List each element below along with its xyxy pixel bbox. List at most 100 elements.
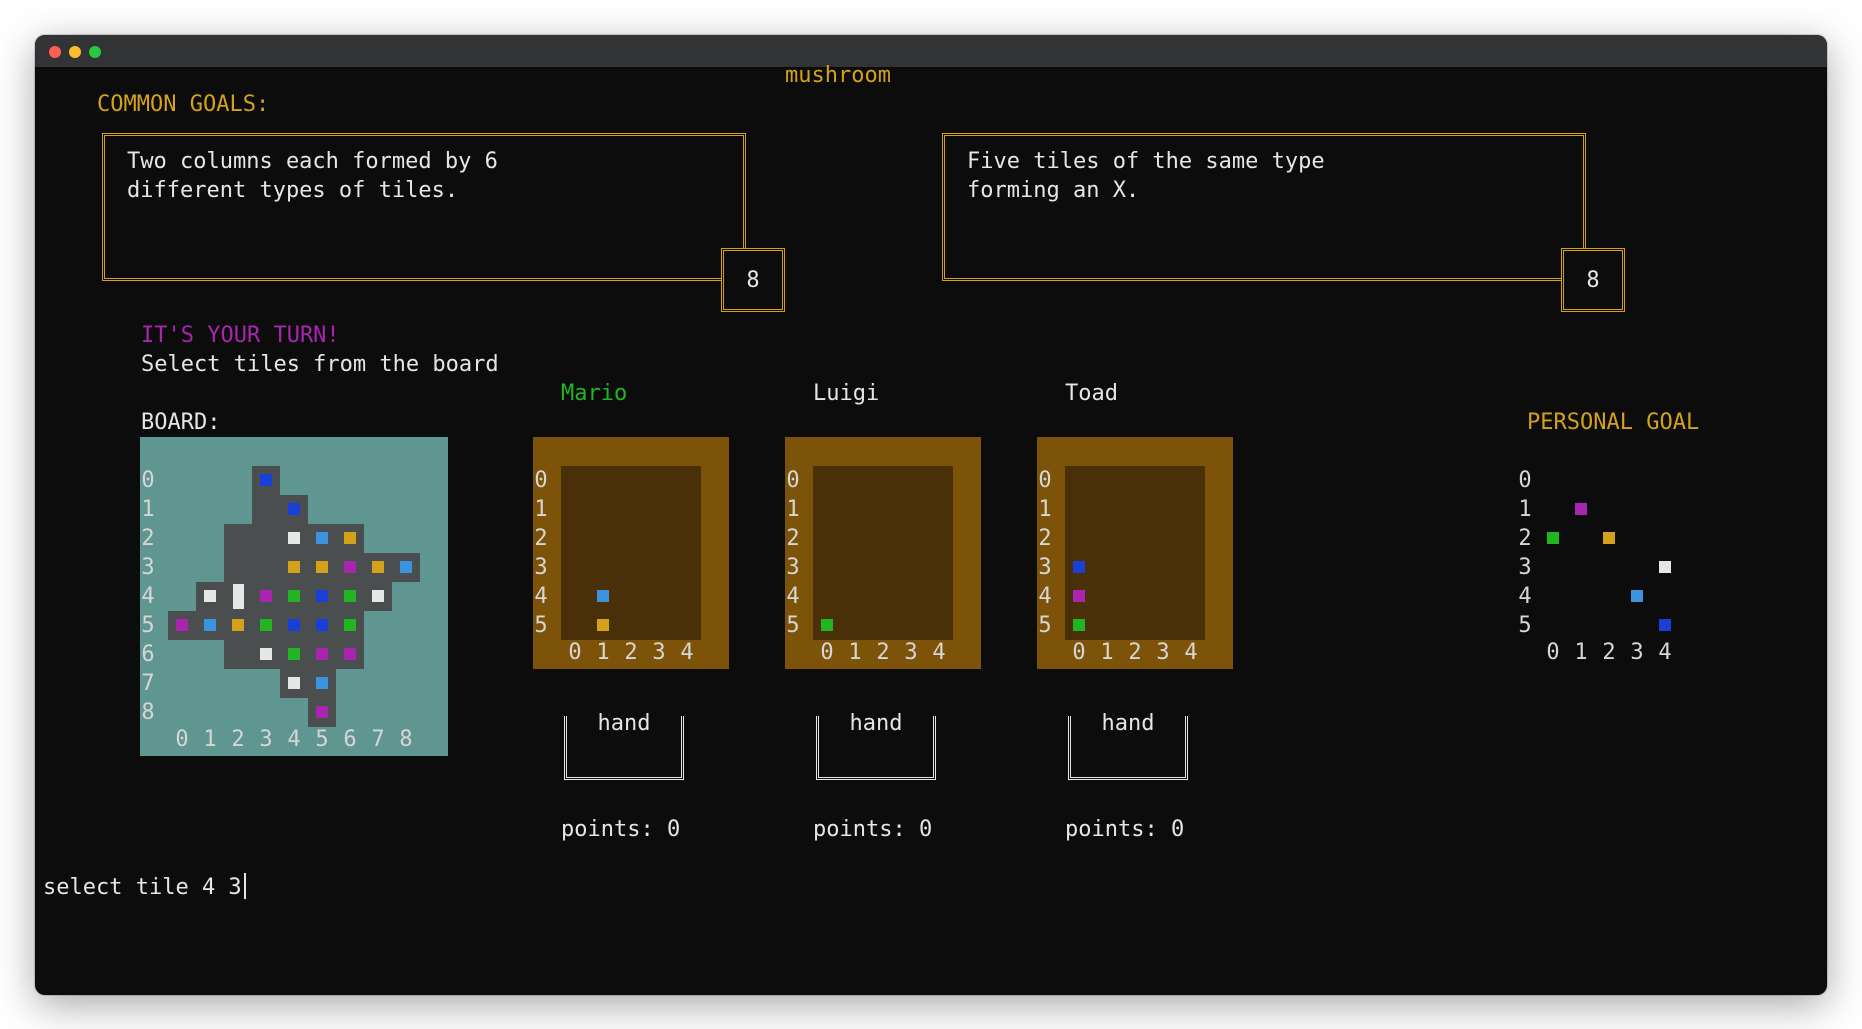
board-tile <box>288 619 300 631</box>
close-window-button[interactable] <box>49 46 61 58</box>
terminal-window: mushroom COMMON GOALS: Two columns each … <box>35 35 1827 995</box>
shelf-col-label: 4 <box>1184 640 1198 665</box>
shelf-row-label: 1 <box>534 497 548 522</box>
personal-goal-tile <box>1547 532 1559 544</box>
board-tile <box>260 474 272 486</box>
title-bar <box>35 35 1827 67</box>
board-tile <box>232 619 244 631</box>
personal-goal-row-label: 4 <box>1518 584 1532 609</box>
zoom-window-button[interactable] <box>89 46 101 58</box>
personal-goal-col-label: 4 <box>1658 640 1672 665</box>
board-tile <box>316 532 328 544</box>
shelf-tile <box>597 619 609 631</box>
board-tile <box>344 648 356 660</box>
hand-box-luigi: hand <box>816 713 936 780</box>
common-goal-2-text-line2: forming an X. <box>967 178 1140 203</box>
points-luigi: points: 0 <box>813 817 933 842</box>
shelf-row-label: 5 <box>1038 613 1052 638</box>
command-input[interactable]: select tile 4 3 <box>43 873 246 902</box>
board-col-label: 5 <box>315 727 329 752</box>
board-tile <box>372 561 384 573</box>
board-row-label: 5 <box>141 613 155 638</box>
board-col-label: 8 <box>399 727 413 752</box>
board-tile <box>344 619 356 631</box>
board-tile <box>288 677 300 689</box>
board-tile <box>176 619 188 631</box>
board-col-label: 0 <box>175 727 189 752</box>
board-row-label: 1 <box>141 497 155 522</box>
points-mario: points: 0 <box>561 817 681 842</box>
personal-goal-tile <box>1603 532 1615 544</box>
board-tile <box>204 590 216 602</box>
board-col-label: 3 <box>259 727 273 752</box>
shelf-col-label: 2 <box>624 640 638 665</box>
shelf-col-label: 3 <box>1156 640 1170 665</box>
personal-goal-tile <box>1659 561 1671 573</box>
board-tile <box>288 503 300 515</box>
board-row-label: 2 <box>141 526 155 551</box>
shelf-row-label: 4 <box>786 584 800 609</box>
shelf-row-label: 2 <box>1038 526 1052 551</box>
window-title: mushroom <box>785 63 891 88</box>
player-name-mario: Mario <box>561 381 628 406</box>
board-cell <box>224 524 252 553</box>
shelf-row-label: 4 <box>1038 584 1052 609</box>
board-label: BOARD: <box>141 410 221 435</box>
board-tile <box>316 677 328 689</box>
shelf-col-label: 4 <box>932 640 946 665</box>
shelf-row-label: 0 <box>534 468 548 493</box>
personal-goal-tile <box>1575 503 1587 515</box>
board-tile <box>316 561 328 573</box>
board-col-label: 4 <box>287 727 301 752</box>
shelf-tile <box>821 619 833 631</box>
shelf-row-label: 3 <box>1038 555 1052 580</box>
shelf-col-label: 1 <box>1100 640 1114 665</box>
shelf-tile <box>1073 590 1085 602</box>
shelf-row-label: 2 <box>786 526 800 551</box>
turn-instruction: Select tiles from the board <box>141 352 499 377</box>
board-row-label: 0 <box>141 468 155 493</box>
personal-goal-tile <box>1631 590 1643 602</box>
personal-goal-tile <box>1659 619 1671 631</box>
shelf-col-label: 3 <box>652 640 666 665</box>
shelf-row-label: 0 <box>786 468 800 493</box>
shelf-row-label: 1 <box>786 497 800 522</box>
board-tile <box>316 706 328 718</box>
personal-goal-row-label: 2 <box>1518 526 1532 551</box>
hand-box-mario: hand <box>564 713 684 780</box>
shelf-col-label: 3 <box>904 640 918 665</box>
personal-goal-label: PERSONAL GOAL <box>1527 410 1700 435</box>
board-row-label: 8 <box>141 700 155 725</box>
player-name-toad: Toad <box>1065 381 1118 406</box>
board-tile <box>344 590 356 602</box>
shelf-col-label: 4 <box>680 640 694 665</box>
common-goal-2-score: 8 <box>1561 248 1625 312</box>
board-row-label: 3 <box>141 555 155 580</box>
board-tile <box>344 532 356 544</box>
personal-goal-col-label: 1 <box>1574 640 1588 665</box>
board-col-label: 2 <box>231 727 245 752</box>
hand-label: hand <box>843 713 909 735</box>
hand-box-toad: hand <box>1068 713 1188 780</box>
turn-indicator: IT'S YOUR TURN! <box>141 323 340 348</box>
shelf-row-label: 0 <box>1038 468 1052 493</box>
board-tile <box>260 619 272 631</box>
board-cell <box>252 524 280 553</box>
personal-goal-row-label: 5 <box>1518 613 1532 638</box>
common-goal-1-text-line1: Two columns each formed by 6 <box>127 149 498 174</box>
personal-goal-col-label: 2 <box>1602 640 1616 665</box>
board-row-label: 7 <box>141 671 155 696</box>
personal-goal-row-label: 0 <box>1518 468 1532 493</box>
board-col-label: 6 <box>343 727 357 752</box>
shelf-col-label: 0 <box>1072 640 1086 665</box>
board-tile <box>316 619 328 631</box>
board-col-label: 7 <box>371 727 385 752</box>
shelf-row-label: 3 <box>534 555 548 580</box>
minimize-window-button[interactable] <box>69 46 81 58</box>
common-goal-2-text-line1: Five tiles of the same type <box>967 149 1325 174</box>
board-tile <box>260 648 272 660</box>
shelf-row-label: 4 <box>534 584 548 609</box>
board-tile <box>288 590 300 602</box>
common-goal-1-text-line2: different types of tiles. <box>127 178 459 203</box>
board-tile <box>288 532 300 544</box>
